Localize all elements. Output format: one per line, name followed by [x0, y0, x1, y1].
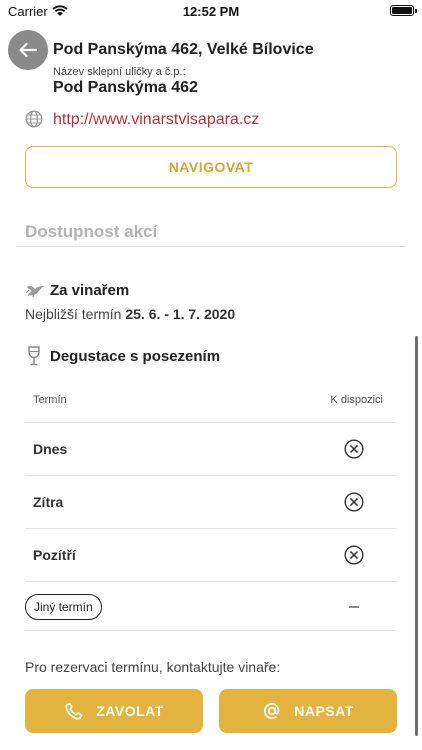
wine-glass-icon: [27, 346, 41, 371]
not-applicable-dash: [349, 606, 359, 608]
status-bar: Carrier 12:52 PM: [0, 0, 422, 22]
navigate-button[interactable]: NAVIGOVAT: [25, 146, 397, 188]
event-term-prefix: Nejbližší termín: [25, 306, 122, 322]
globe-icon: [25, 110, 43, 133]
call-label: ZAVOLAT: [96, 703, 164, 719]
table-row: Jiný termín: [25, 581, 397, 631]
status-time: 12:52 PM: [182, 4, 240, 19]
at-sign-icon: [262, 701, 282, 721]
cellar-street-value: Pod Panskýma 462: [53, 79, 198, 96]
website-link[interactable]: http://www.vinarstvisapara.cz: [53, 111, 259, 129]
table-row: Dnes: [25, 422, 397, 475]
call-button[interactable]: ZAVOLAT: [25, 689, 203, 733]
other-term-button[interactable]: Jiný termín: [25, 594, 102, 620]
bird-icon: [25, 281, 45, 304]
address-title: Pod Panskýma 462, Velké Bílovice: [53, 41, 314, 58]
back-button[interactable]: [8, 30, 48, 70]
write-label: NAPSAT: [294, 703, 354, 719]
unavailable-icon: [344, 492, 364, 517]
column-header-availability: K dispozici: [330, 394, 383, 406]
section-divider: [16, 246, 406, 247]
phone-icon: [64, 701, 84, 721]
column-header-term: Termín: [33, 394, 67, 406]
unavailable-icon: [344, 545, 364, 570]
tasting-title: Degustace s posezením: [50, 348, 221, 365]
event-nearest-term: Nejbližší termín 25. 6. - 1. 7. 2020: [25, 306, 235, 322]
row-label: Zítra: [33, 494, 64, 510]
arrow-left-icon: [19, 42, 38, 58]
cellar-street-label: Název sklepní uličky a č.p.:: [53, 66, 186, 78]
scrollbar[interactable]: [415, 336, 418, 736]
event-title: Za vinařem: [50, 282, 130, 299]
row-label: Pozítří: [33, 547, 76, 563]
battery-icon: [390, 5, 417, 16]
unavailable-icon: [344, 439, 364, 464]
table-row: Zítra: [25, 475, 397, 528]
contact-instructions: Pro rezervaci termínu, kontaktujte vinař…: [25, 659, 281, 675]
row-label: Dnes: [33, 441, 68, 457]
write-button[interactable]: NAPSAT: [219, 689, 397, 733]
event-term-dates: 25. 6. - 1. 7. 2020: [125, 306, 236, 322]
events-availability-heading: Dostupnost akcí: [25, 222, 158, 241]
table-row: Pozítří: [25, 528, 397, 581]
